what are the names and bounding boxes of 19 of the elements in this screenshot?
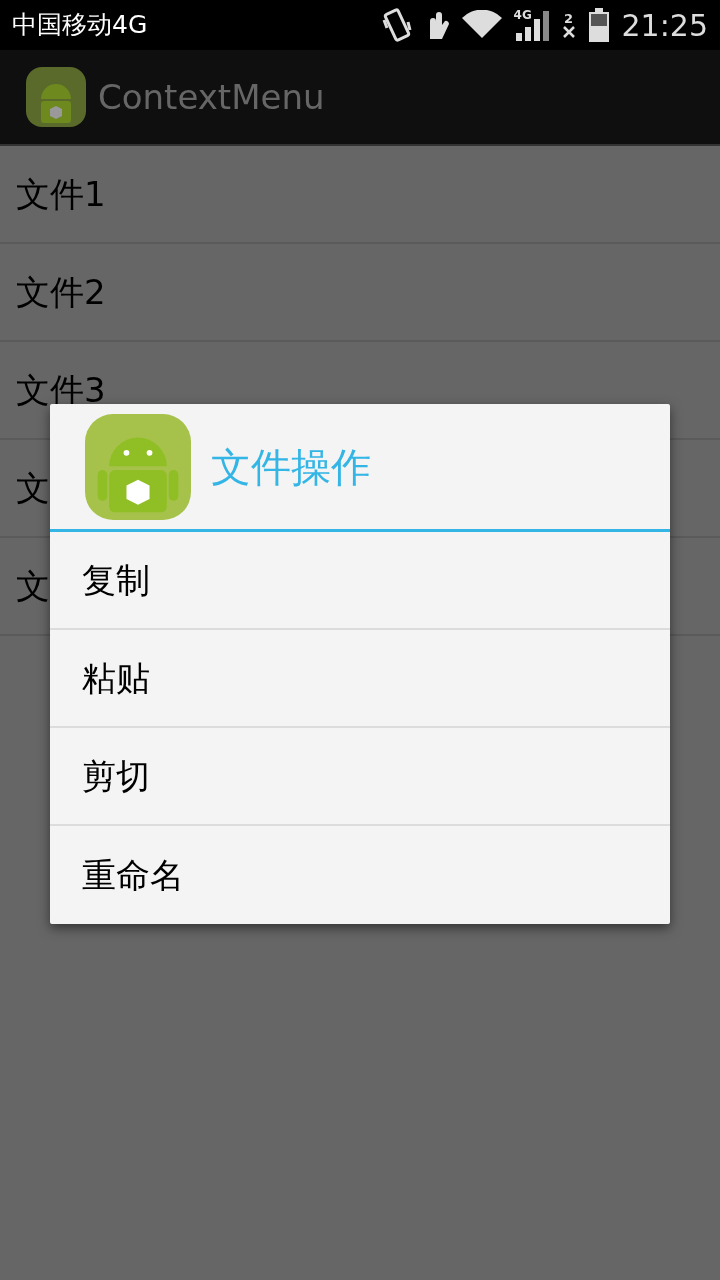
menu-item[interactable]: 剪切 bbox=[50, 728, 670, 826]
sim-label: 2 bbox=[564, 11, 574, 25]
vibrate-icon bbox=[381, 8, 412, 42]
app-title: ContextMenu bbox=[98, 75, 325, 119]
wifi-icon bbox=[461, 10, 502, 40]
battery-icon bbox=[587, 8, 610, 42]
dialog-title: 文件操作 bbox=[211, 442, 371, 492]
list-item[interactable]: 文件1 bbox=[0, 146, 720, 244]
list-item[interactable]: 文件2 bbox=[0, 244, 720, 342]
app-icon bbox=[85, 413, 191, 520]
menu-item[interactable]: 复制 bbox=[50, 532, 670, 630]
clock: 21:25 bbox=[621, 6, 708, 45]
menu-item[interactable]: 重命名 bbox=[50, 826, 670, 924]
network-label: 4G bbox=[513, 7, 532, 24]
no-signal-icon bbox=[561, 24, 576, 39]
menu-item[interactable]: 粘贴 bbox=[50, 630, 670, 728]
carrier-name: 中国移动4G bbox=[12, 9, 148, 42]
signal-icon bbox=[513, 9, 550, 41]
app-icon bbox=[26, 67, 86, 127]
